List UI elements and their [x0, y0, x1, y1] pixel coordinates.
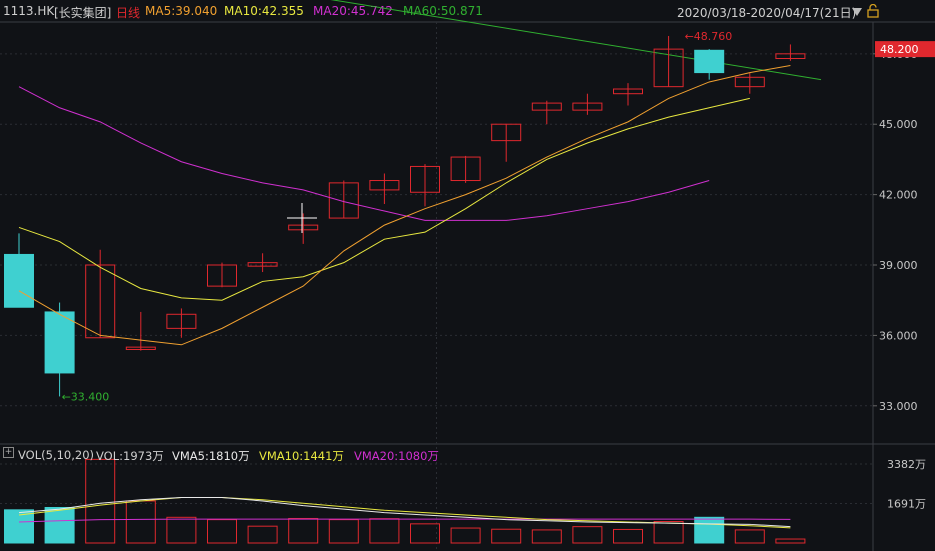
candle: [44, 302, 75, 397]
current-price-label: 48.200: [880, 43, 919, 56]
volume-bar: [694, 516, 725, 544]
candle: [450, 155, 481, 183]
volume-bar: [734, 529, 765, 544]
candle: [613, 83, 643, 106]
volume-bar: [531, 529, 562, 544]
volume-tick-label: 1691万: [887, 498, 926, 511]
candle: [247, 253, 278, 273]
volume-bar: [328, 519, 359, 544]
volume-bar: [410, 523, 440, 544]
candle: [207, 262, 237, 288]
y-tick-label: 33.000: [879, 400, 918, 413]
candle-body: [44, 311, 75, 374]
volume-tick-label: 3382万: [887, 458, 926, 471]
volume-bar: [369, 518, 400, 544]
candle: [410, 164, 440, 207]
candle: [734, 72, 765, 94]
vma5-label: VMA5:1810万: [172, 449, 250, 463]
volume-bar: [207, 519, 237, 544]
ma5-line: [18, 65, 791, 346]
volume-bar: [572, 526, 603, 544]
volume-bar: [653, 521, 684, 544]
candle: [775, 44, 806, 61]
volume-bar: [85, 458, 116, 544]
y-tick-label: 39.000: [879, 259, 918, 272]
volume-toggle-icon[interactable]: +: [3, 447, 14, 458]
volume-bar: [491, 528, 522, 544]
ma60-line: [330, 0, 822, 81]
candle: [572, 93, 603, 115]
candle: [166, 308, 197, 338]
candle: [125, 311, 156, 351]
volume-bar: [166, 516, 197, 544]
vol-value: VOL:1973万: [96, 449, 164, 463]
candle-body: [4, 253, 34, 308]
candle: [531, 100, 562, 125]
vol-title: VOL(5,10,20): [18, 448, 94, 462]
candle: [694, 49, 725, 80]
volume-bar: [450, 527, 481, 544]
volume-bar: [247, 525, 278, 544]
volume-bar: [44, 506, 75, 544]
candle: [653, 35, 684, 88]
candle: [85, 249, 116, 339]
vma10-label: VMA10:1441万: [259, 449, 344, 463]
volume-bar: [288, 517, 319, 544]
candle: [369, 173, 400, 204]
y-tick-label: 42.000: [879, 189, 918, 202]
candle-body: [694, 49, 725, 74]
volume-bar: [125, 500, 156, 544]
low-annotation: ←33.400: [62, 390, 110, 403]
vma20-label: VMA20:1080万: [354, 449, 439, 463]
ma20-line: [18, 86, 710, 221]
volume-bar: [775, 538, 806, 544]
candle: [491, 123, 522, 162]
volume-bar: [613, 528, 643, 544]
candle: [328, 180, 359, 219]
y-tick-label: 36.000: [879, 329, 918, 342]
y-tick-label: 45.000: [879, 118, 918, 131]
candlestick-chart[interactable]: 48.00045.00042.00039.00036.00033.000←48.…: [0, 0, 935, 551]
high-annotation: ←48.760: [685, 30, 733, 43]
